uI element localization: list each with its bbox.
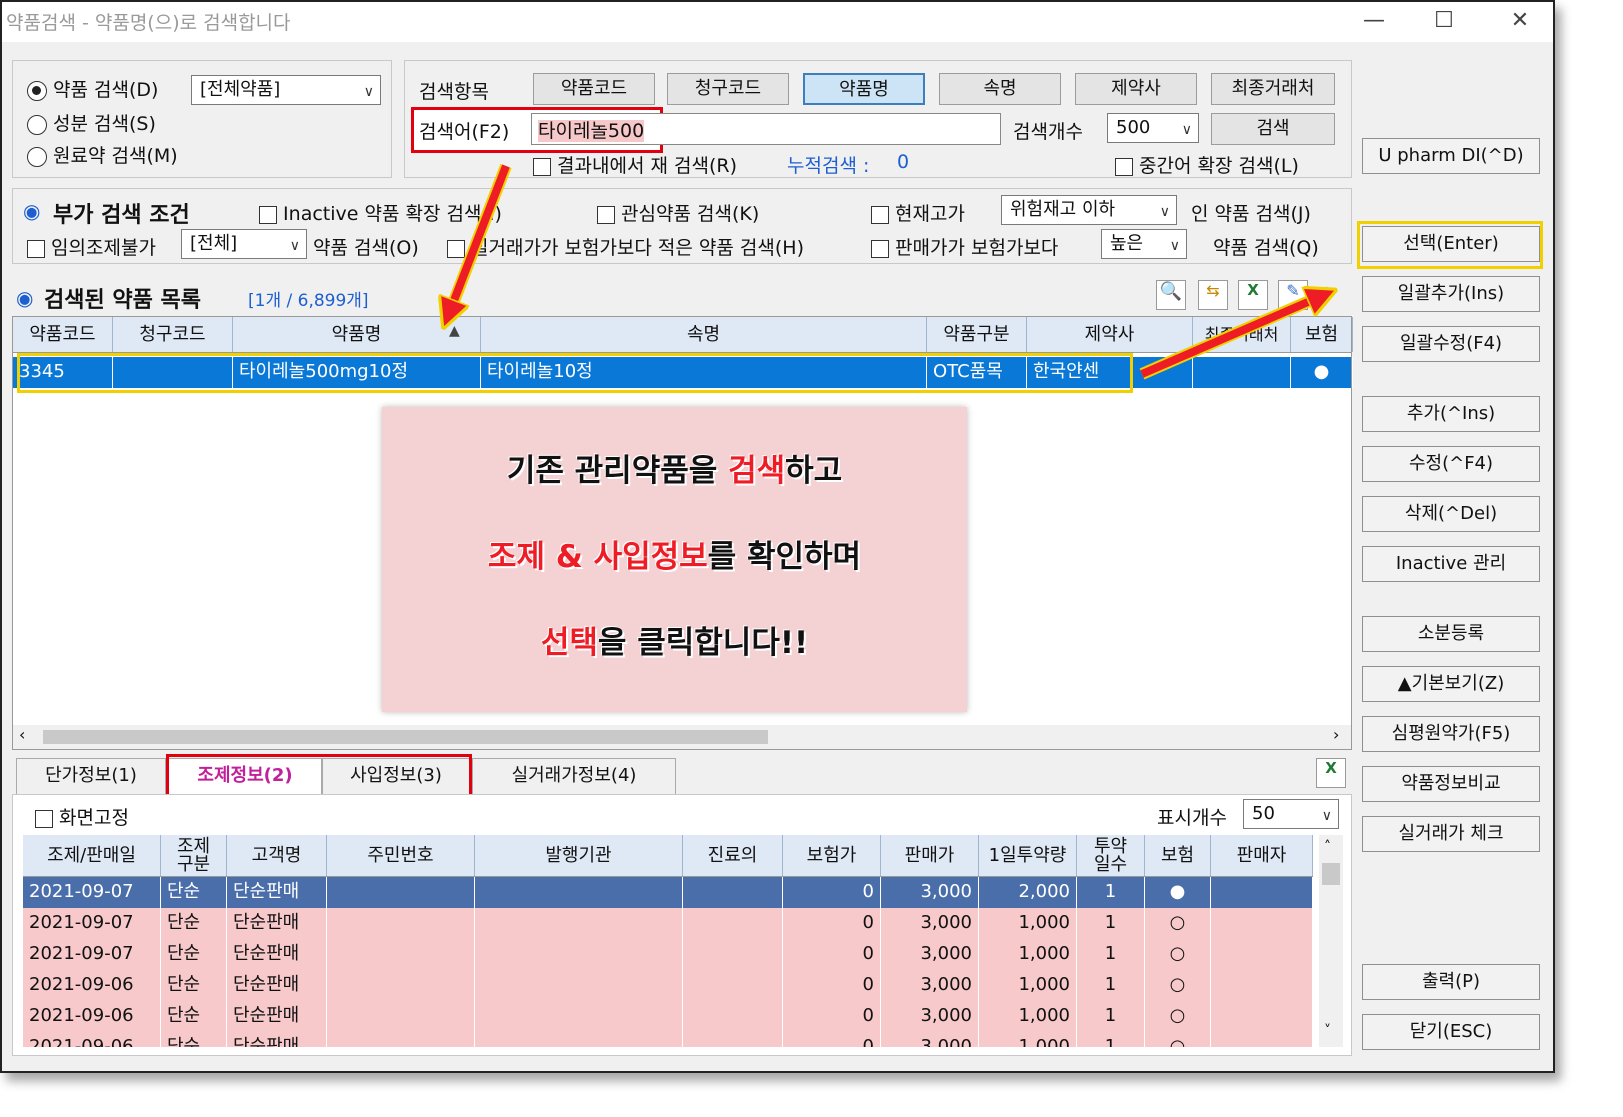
arrow-to-select bbox=[1140, 295, 1324, 378]
annotation-arrows bbox=[0, 163, 1623, 380]
arrow-to-name bbox=[448, 164, 510, 316]
